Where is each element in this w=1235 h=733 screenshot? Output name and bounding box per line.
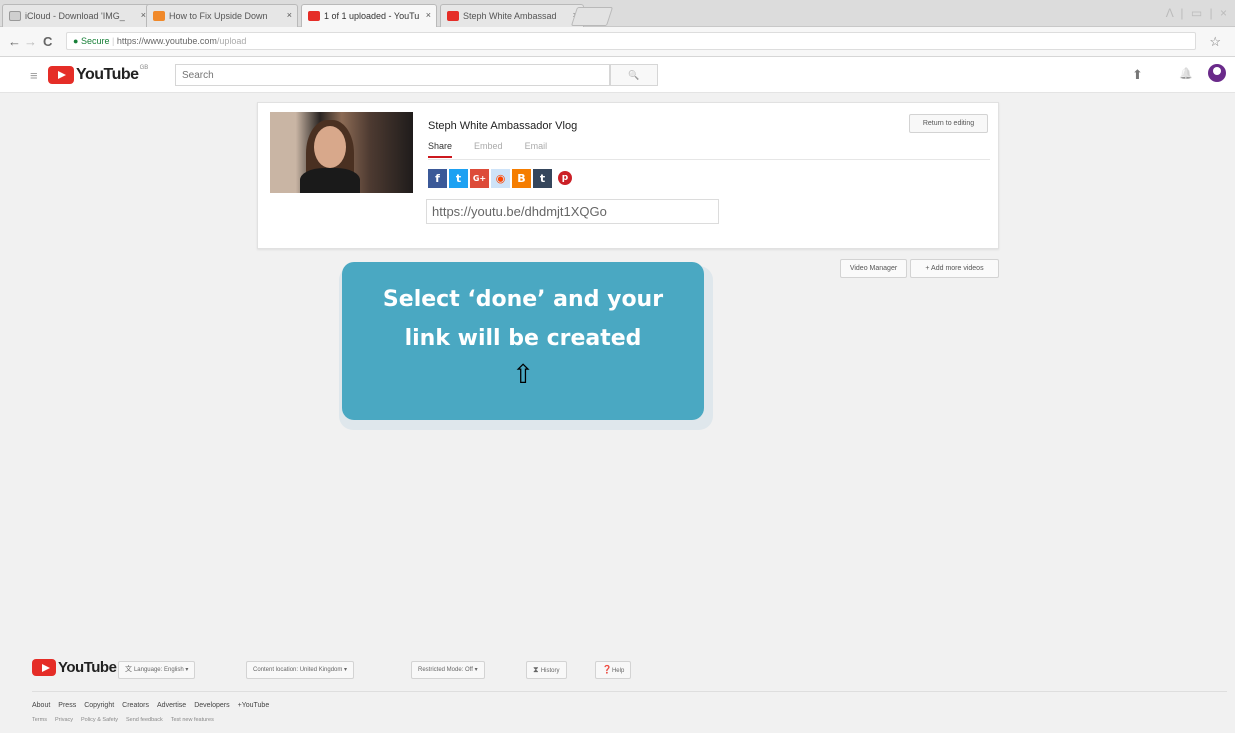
footer-logo-text: YouTube [58, 659, 117, 676]
footer-link-privacy[interactable]: Privacy [55, 717, 73, 723]
url-field[interactable]: ● Secure | https://www.youtube.com/uploa… [66, 32, 1196, 50]
footer-link-policy[interactable]: Policy & Safety [81, 717, 118, 723]
reload-icon[interactable]: C [43, 34, 52, 49]
video-thumbnail[interactable] [270, 112, 413, 193]
logo-text: YouTube [76, 66, 139, 83]
content-location-button[interactable]: Content location: United Kingdom ▾ [246, 661, 355, 679]
tab-close-icon[interactable]: × [287, 10, 292, 20]
history-button[interactable]: ⧗ History [526, 661, 567, 679]
page-footer: YouTube 文 Language: English ▾ Content lo… [0, 645, 1235, 733]
footer-link-feedback[interactable]: Send feedback [126, 717, 163, 723]
youtube-play-icon [48, 66, 74, 84]
page-favicon-icon [153, 11, 165, 21]
share-card: Steph White Ambassador Vlog Share Embed … [257, 102, 999, 249]
tab-label: Steph White Ambassad [463, 11, 557, 21]
browser-tab-bar: iCloud - Download 'IMG_ × How to Fix Ups… [0, 0, 1235, 27]
social-share-buttons: f t G+ ◉ B t p [428, 169, 572, 188]
language-icon: 文 [125, 666, 134, 673]
blogger-icon[interactable]: B [512, 169, 531, 188]
footer-link-developers[interactable]: Developers [194, 702, 229, 709]
tab-email[interactable]: Email [525, 141, 548, 158]
upload-icon[interactable]: ⬆ [1132, 67, 1143, 83]
back-icon[interactable]: ← [8, 34, 21, 49]
language-button[interactable]: 文 Language: English ▾ [118, 661, 196, 679]
logo-region: GB [139, 65, 149, 71]
footer-link-about[interactable]: About [32, 702, 50, 709]
youtube-header: ≡ YouTube GB 🔍 ⬆ 🔔 [0, 57, 1235, 93]
footer-links: About Press Copyright Creators Advertise… [32, 702, 269, 709]
footer-link-creators[interactable]: Creators [122, 702, 149, 709]
youtube-favicon-icon [308, 11, 320, 21]
video-title[interactable]: Steph White Ambassador Vlog [428, 120, 577, 132]
new-tab-button[interactable] [570, 7, 614, 26]
youtube-logo[interactable]: YouTube GB [48, 65, 149, 84]
tab-label: iCloud - Download 'IMG_ [25, 11, 125, 21]
address-bar-row: ← → C ● Secure | https://www.youtube.com… [0, 27, 1235, 57]
footer-link-terms[interactable]: Terms [32, 717, 47, 723]
tab-label: How to Fix Upside Down [169, 11, 268, 21]
search-button[interactable]: 🔍 [610, 64, 658, 86]
footer-divider [32, 691, 1227, 692]
tab-close-icon[interactable]: × [426, 10, 431, 20]
callout-line-2: link will be created [404, 326, 642, 351]
up-arrow-icon: ⇧ [512, 360, 534, 390]
avatar[interactable] [1208, 64, 1226, 82]
search-icon: 🔍 [628, 70, 640, 80]
pinterest-icon[interactable]: p [558, 171, 572, 185]
lock-icon: ● [73, 36, 79, 46]
bookmark-star-icon[interactable]: ☆ [1209, 34, 1221, 50]
share-tabs: Share Embed Email [428, 141, 547, 158]
menu-icon[interactable]: ≡ [30, 68, 38, 83]
tumblr-icon[interactable]: t [533, 169, 552, 188]
footer-link-press[interactable]: Press [58, 702, 76, 709]
browser-tab-active[interactable]: 1 of 1 uploaded - YouTu × [301, 4, 437, 27]
video-manager-button[interactable]: Video Manager [840, 259, 907, 278]
url-host: https://www.youtube.com [116, 36, 217, 46]
icloud-favicon-icon [9, 11, 21, 21]
google-plus-icon[interactable]: G+ [470, 169, 489, 188]
restricted-mode-button[interactable]: Restricted Mode: Off ▾ [411, 661, 485, 679]
url-path: /upload [216, 36, 247, 46]
browser-tab[interactable]: How to Fix Upside Down × [146, 4, 298, 27]
footer-link-advertise[interactable]: Advertise [157, 702, 186, 709]
instruction-callout: Select ‘done’ and your link will be crea… [342, 262, 704, 420]
divider [428, 159, 990, 160]
help-icon: ❓ [602, 665, 612, 674]
footer-youtube-logo[interactable]: YouTube [32, 659, 117, 676]
footer-link-test-features[interactable]: Test new features [171, 717, 214, 723]
help-button[interactable]: ❓Help [595, 661, 632, 679]
callout-text: Select ‘done’ and your link will be crea… [342, 280, 704, 358]
reddit-icon[interactable]: ◉ [491, 169, 510, 188]
hourglass-icon: ⧗ [533, 665, 541, 674]
forward-icon[interactable]: → [24, 34, 37, 49]
add-more-videos-button[interactable]: + Add more videos [910, 259, 999, 278]
tab-label: 1 of 1 uploaded - YouTu [324, 11, 420, 21]
youtube-favicon-icon [447, 11, 459, 21]
footer-sublinks: Terms Privacy Policy & Safety Send feedb… [32, 717, 214, 723]
footer-link-plus-youtube[interactable]: +YouTube [238, 702, 270, 709]
twitter-icon[interactable]: t [449, 169, 468, 188]
share-link-field[interactable] [426, 199, 719, 224]
window-controls[interactable]: Λ | ▭ | × [1166, 6, 1229, 20]
tab-embed[interactable]: Embed [474, 141, 503, 158]
footer-link-copyright[interactable]: Copyright [84, 702, 114, 709]
browser-tab[interactable]: Steph White Ambassad × [440, 4, 584, 27]
facebook-icon[interactable]: f [428, 169, 447, 188]
secure-label: Secure [80, 36, 110, 46]
callout-line-1: Select ‘done’ and your [382, 287, 664, 312]
tab-share[interactable]: Share [428, 141, 453, 158]
youtube-play-icon [32, 659, 56, 676]
browser-tab[interactable]: iCloud - Download 'IMG_ × [2, 4, 152, 27]
notifications-bell-icon[interactable]: 🔔 [1179, 67, 1193, 80]
return-to-editing-button[interactable]: Return to editing [909, 114, 988, 133]
search-input[interactable] [175, 64, 610, 86]
